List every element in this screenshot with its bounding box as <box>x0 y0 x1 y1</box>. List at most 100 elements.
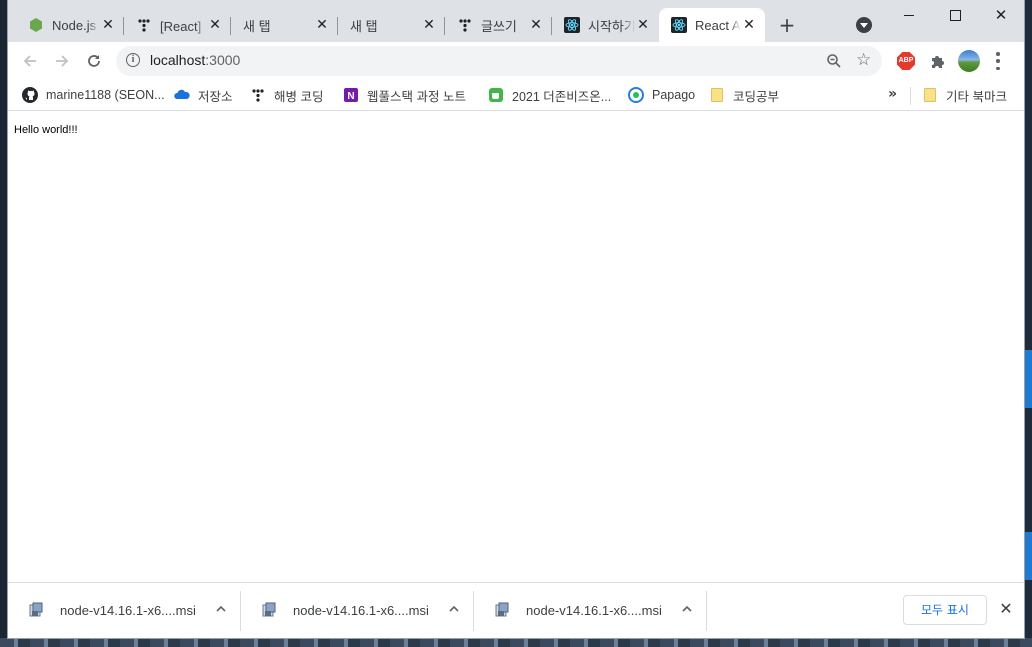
tab-search-icon[interactable] <box>856 17 872 33</box>
reload-icon <box>88 55 100 67</box>
new-tab-button[interactable]: + <box>776 14 798 36</box>
chevron-up-icon[interactable] <box>213 601 229 617</box>
reload-button[interactable] <box>84 51 104 71</box>
velog-icon <box>457 17 473 33</box>
show-all-downloads-button[interactable]: 모두 표시 <box>903 595 987 625</box>
bookmark-star-icon[interactable]: ☆ <box>856 51 871 69</box>
browser-window: Node.js ✕ [React] 기초 ✕ 새 탭 ✕ 새 탭 ✕ 글쓰기 <box>8 0 1024 638</box>
svg-text:N: N <box>347 91 354 102</box>
download-shelf: node-v14.16.1-x6....msi node-v14.16.1-x6… <box>8 582 1024 638</box>
bookmarks-bar: marine1188 (SEON... 저장소 해병 코딩 N 웹풀스택 과정 … <box>8 80 1024 111</box>
minimize-button[interactable] <box>889 4 929 26</box>
adblock-plus-icon[interactable]: ABP <box>897 52 915 70</box>
github-icon <box>22 87 38 103</box>
onedrive-icon <box>174 87 190 103</box>
tab-title: [React] 기초 <box>160 18 207 34</box>
nodejs-icon <box>28 17 44 33</box>
arrow-left-icon <box>23 55 36 67</box>
folder-icon <box>922 87 938 103</box>
download-filename: node-v14.16.1-x6....msi <box>293 603 429 618</box>
bookmark-label: marine1188 (SEON... <box>46 88 165 102</box>
tab-write[interactable]: 글쓰기 ✕ <box>445 8 552 42</box>
bookmark-label: 코딩공부 <box>733 89 780 104</box>
maximize-button[interactable] <box>935 4 975 26</box>
close-icon[interactable]: ✕ <box>741 17 757 33</box>
tab-nodejs[interactable]: Node.js ✕ <box>16 8 124 42</box>
chevron-up-icon[interactable] <box>446 601 462 617</box>
desktop-window-edge <box>1024 532 1032 580</box>
tab-title: 새 탭 <box>350 18 378 34</box>
bookmarks-separator <box>910 87 911 105</box>
onenote-icon: N <box>343 87 359 103</box>
toolbar: i localhost:3000 ☆ ABP <box>8 42 1024 80</box>
bookmarks-overflow-chevron-icon[interactable]: » <box>888 86 897 102</box>
tab-new-1[interactable]: 새 탭 ✕ <box>231 8 338 42</box>
cup-icon <box>488 87 504 103</box>
bookmark-onenote[interactable]: N 웹풀스택 과정 노트 <box>343 84 466 106</box>
react-icon <box>564 17 580 33</box>
desktop-window-edge <box>1024 350 1032 408</box>
installer-file-icon <box>494 602 510 618</box>
kebab-menu-icon[interactable] <box>996 52 1000 70</box>
velog-icon <box>250 87 266 103</box>
chevron-up-icon[interactable] <box>679 601 695 617</box>
tab-strip: Node.js ✕ [React] 기초 ✕ 새 탭 ✕ 새 탭 ✕ 글쓰기 <box>8 0 1024 42</box>
tab-react-app[interactable]: React App ✕ <box>659 8 765 42</box>
installer-file-icon <box>28 602 44 618</box>
bookmark-other-folder[interactable]: 기타 북마크 <box>922 84 1007 106</box>
react-icon <box>671 17 687 33</box>
desktop-taskbar-edge <box>0 638 1032 647</box>
bookmark-label: 해병 코딩 <box>274 89 324 104</box>
url-port: :3000 <box>205 52 241 68</box>
url-host: localhost <box>150 52 206 68</box>
velog-icon <box>136 17 152 33</box>
bookmark-label: 저장소 <box>198 89 233 104</box>
page-viewport: Hello world!!! <box>8 111 1024 582</box>
zoom-icon[interactable] <box>826 53 842 69</box>
url-text[interactable]: localhost:3000 <box>150 52 240 68</box>
bookmark-label: 2021 더존비즈온... <box>512 89 612 104</box>
papago-icon <box>628 87 644 103</box>
bookmark-douzone[interactable]: 2021 더존비즈온... <box>488 84 611 106</box>
bookmark-velog[interactable]: 해병 코딩 <box>250 84 323 106</box>
page-text: Hello world!!! <box>14 124 78 136</box>
arrow-right-icon <box>56 55 69 67</box>
address-bar[interactable]: i localhost:3000 ☆ <box>116 46 882 76</box>
close-icon[interactable]: ✕ <box>421 17 437 33</box>
download-item[interactable]: node-v14.16.1-x6....msi <box>474 583 707 638</box>
tab-new-2[interactable]: 새 탭 ✕ <box>338 8 445 42</box>
download-separator <box>706 591 707 631</box>
download-filename: node-v14.16.1-x6....msi <box>60 603 196 618</box>
tab-getting-started[interactable]: 시작하기 ✕ <box>552 8 659 42</box>
tab-title: React App <box>695 17 741 33</box>
download-item[interactable]: node-v14.16.1-x6....msi <box>241 583 474 638</box>
download-filename: node-v14.16.1-x6....msi <box>526 603 662 618</box>
bookmark-label: Papago <box>652 88 696 102</box>
close-icon[interactable]: ✕ <box>207 17 223 33</box>
close-icon[interactable]: ✕ <box>528 17 544 33</box>
back-button[interactable] <box>20 51 40 71</box>
profile-avatar[interactable] <box>958 50 980 72</box>
installer-file-icon <box>261 602 277 618</box>
tab-title: 글쓰기 <box>481 18 517 34</box>
bookmark-papago[interactable]: Papago <box>628 84 695 106</box>
close-icon[interactable]: ✕ <box>635 17 651 33</box>
tab-react-basics[interactable]: [React] 기초 ✕ <box>124 8 231 42</box>
close-shelf-icon[interactable]: ✕ <box>998 601 1014 617</box>
tab-title: 새 탭 <box>243 18 271 34</box>
close-icon[interactable]: ✕ <box>314 17 330 33</box>
extensions-puzzle-icon[interactable] <box>929 52 947 70</box>
info-icon[interactable]: i <box>126 53 140 67</box>
bookmark-github[interactable]: marine1188 (SEON... <box>22 84 165 106</box>
close-icon[interactable]: ✕ <box>100 17 116 33</box>
tab-title: Node.js <box>52 17 97 33</box>
forward-button[interactable] <box>52 51 72 71</box>
bookmark-label: 기타 북마크 <box>946 89 1007 104</box>
bookmark-label: 웹풀스택 과정 노트 <box>367 89 466 104</box>
download-item[interactable]: node-v14.16.1-x6....msi <box>8 583 241 638</box>
bookmark-onedrive[interactable]: 저장소 <box>174 84 233 106</box>
close-window-button[interactable]: ✕ <box>981 4 1021 26</box>
bookmark-folder-coding[interactable]: 코딩공부 <box>709 84 779 106</box>
folder-icon <box>709 87 725 103</box>
tab-title: 시작하기 <box>588 18 635 34</box>
